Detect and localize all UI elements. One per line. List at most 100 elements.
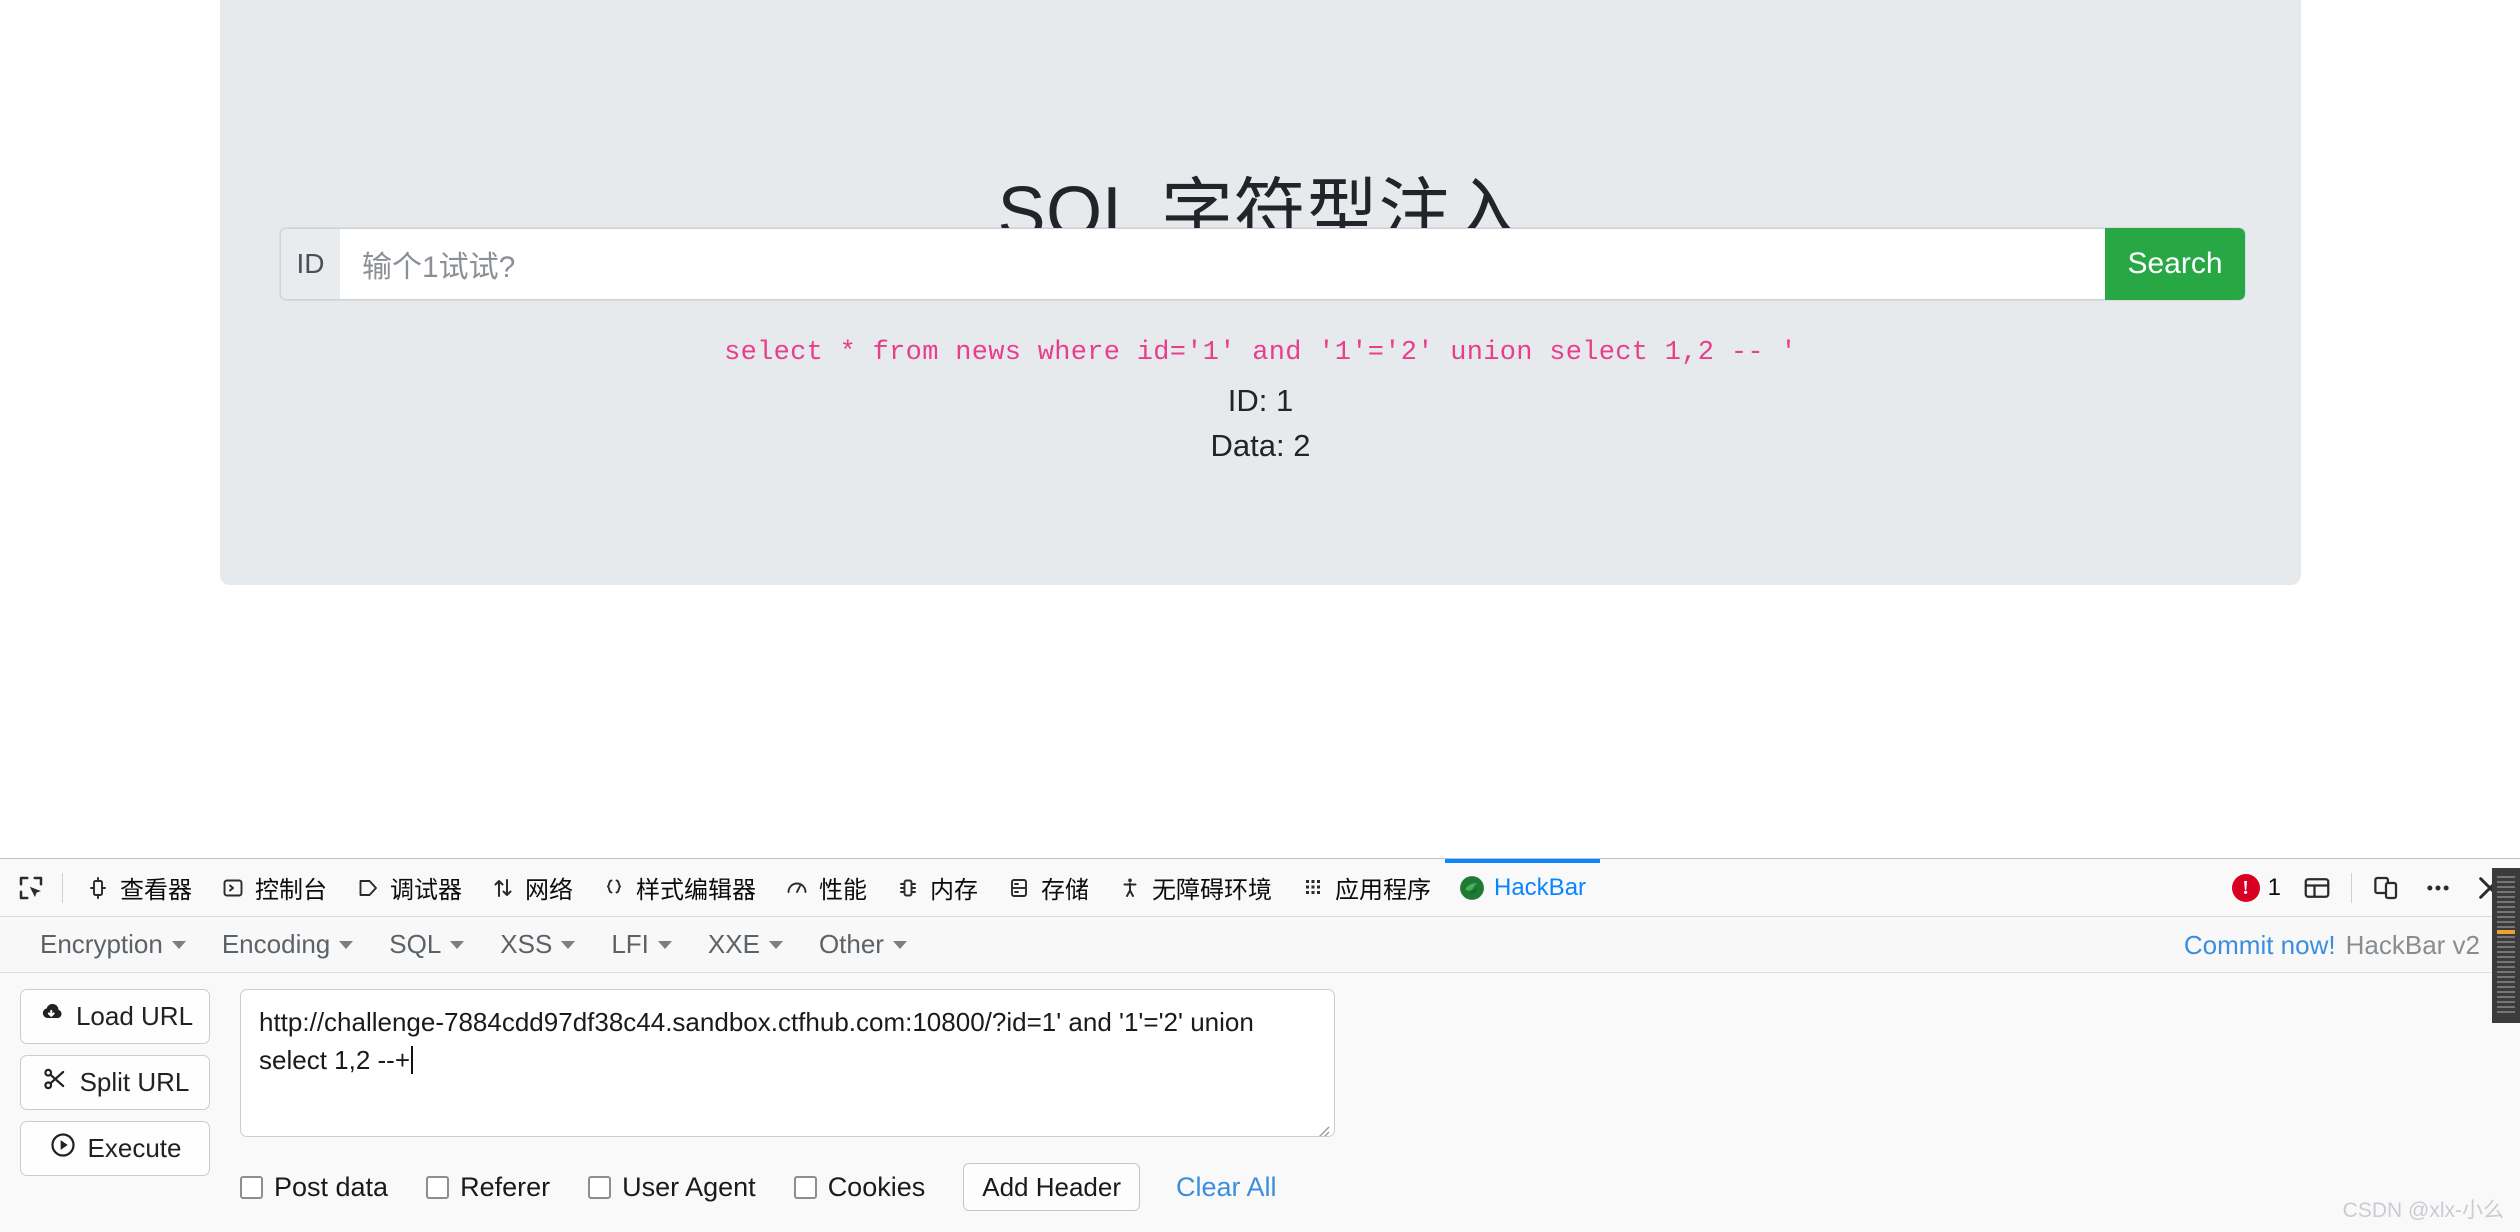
search-button[interactable]: Search (2105, 228, 2245, 300)
chevron-down-icon (339, 940, 354, 949)
id-search-form: ID 输个1试试? Search (280, 228, 2245, 300)
responsive-design-button[interactable] (2362, 864, 2410, 912)
tab-network[interactable]: 网络 (476, 859, 587, 917)
memory-icon (895, 875, 921, 901)
scissors-icon (41, 1065, 69, 1100)
commit-now-link[interactable]: Commit now! (2184, 930, 2336, 961)
editor-minimap-strip[interactable] (2492, 868, 2520, 1023)
menu-encryption[interactable]: Encryption (22, 929, 204, 960)
menu-sql-label: SQL (389, 929, 442, 959)
debugger-icon (355, 875, 381, 901)
menu-xss-label: XSS (500, 929, 553, 959)
checkbox-cookies-label: Cookies (827, 1171, 926, 1202)
checkbox-icon (426, 1175, 450, 1199)
tab-debugger[interactable]: 调试器 (341, 859, 476, 917)
error-icon: ! (2231, 874, 2260, 902)
menu-other-label: Other (818, 929, 884, 959)
devtools-toolbar: 查看器 控制台 调试器 网络 样式编辑器 性能 内存 存储 无障碍环境 应用程序… (0, 858, 2520, 917)
tab-memory[interactable]: 内存 (881, 859, 992, 917)
tab-hackbar-label: HackBar (1494, 873, 1587, 901)
checkbox-user-agent-label: User Agent (622, 1171, 756, 1202)
inspector-icon (85, 875, 111, 901)
checkbox-user-agent[interactable]: User Agent (588, 1172, 756, 1203)
play-circle-icon (49, 1131, 77, 1166)
more-options-button[interactable] (2414, 864, 2462, 912)
performance-icon (784, 875, 810, 901)
hackbar-version-label: HackBar v2 (2345, 929, 2480, 960)
checkbox-post-data-label: Post data (274, 1171, 389, 1202)
checkbox-post-data[interactable]: Post data (240, 1172, 388, 1203)
tab-storage-label: 存储 (1041, 877, 1089, 904)
chevron-down-icon (892, 940, 907, 949)
dock-layout-button[interactable] (2293, 864, 2341, 912)
execute-button[interactable]: Execute (20, 1121, 210, 1176)
id-search-placeholder: 输个1试试? (362, 251, 516, 284)
menu-encoding-label: Encoding (221, 929, 331, 959)
screenshot-root: SQL 字符型注入 ID 输个1试试? Search select * from… (0, 0, 2520, 1232)
devtools-panel: 查看器 控制台 调试器 网络 样式编辑器 性能 内存 存储 无障碍环境 应用程序… (0, 858, 2520, 1232)
error-count: 1 (2267, 874, 2281, 901)
checkbox-referer[interactable]: Referer (426, 1172, 550, 1203)
style-editor-icon (601, 875, 627, 901)
tab-inspector[interactable]: 查看器 (71, 859, 206, 917)
tab-style-editor-label: 样式编辑器 (636, 877, 756, 904)
menu-lfi-label: LFI (611, 929, 649, 959)
checkbox-icon (793, 1175, 817, 1199)
jumbotron-panel: SQL 字符型注入 ID 输个1试试? Search select * from… (220, 0, 2301, 585)
console-icon (220, 875, 246, 901)
network-icon (490, 875, 516, 901)
tab-accessibility-label: 无障碍环境 (1152, 877, 1272, 904)
load-url-label: Load URL (75, 1001, 194, 1031)
menu-lfi[interactable]: LFI (593, 929, 690, 960)
hackbar-icon (1459, 875, 1485, 901)
tab-hackbar[interactable]: HackBar (1445, 858, 1601, 917)
tab-performance-label: 性能 (819, 877, 867, 904)
minimap-lines (2497, 876, 2515, 1015)
id-label: ID (280, 228, 340, 300)
hackbar-options-row: Post data Referer User Agent Cookies Add… (240, 1163, 1277, 1211)
menu-other[interactable]: Other (801, 929, 925, 960)
menu-xxe-label: XXE (707, 929, 760, 959)
hackbar-action-buttons: Load URL Split URL Execute (20, 989, 210, 1176)
tab-performance[interactable]: 性能 (770, 859, 881, 917)
error-badge[interactable]: ! 1 (2224, 874, 2289, 902)
tab-inspector-label: 查看器 (120, 877, 192, 904)
menu-sql[interactable]: SQL (371, 929, 482, 960)
element-picker-icon[interactable] (8, 865, 54, 911)
toolbar-divider-right (2351, 873, 2352, 903)
checkbox-icon (588, 1175, 612, 1199)
split-url-label: Split URL (79, 1067, 190, 1097)
storage-icon (1006, 875, 1032, 901)
chevron-down-icon (768, 940, 783, 949)
tab-console[interactable]: 控制台 (206, 859, 341, 917)
add-header-button[interactable]: Add Header (963, 1163, 1140, 1211)
checkbox-cookies[interactable]: Cookies (793, 1171, 926, 1203)
checkbox-icon (240, 1175, 263, 1199)
load-url-button[interactable]: Load URL (20, 989, 210, 1044)
checkbox-referer-label: Referer (460, 1171, 551, 1202)
tab-debugger-label: 调试器 (390, 877, 462, 904)
chevron-down-icon (657, 940, 672, 949)
devtools-toolbar-right: ! 1 (2224, 859, 2514, 917)
menu-encoding[interactable]: Encoding (204, 929, 371, 960)
tab-application[interactable]: 应用程序 (1286, 859, 1445, 917)
hackbar-menu-bar: Encryption Encoding SQL XSS LFI XXE Othe… (0, 917, 2520, 973)
tab-network-label: 网络 (525, 877, 573, 904)
chevron-down-icon (450, 940, 465, 949)
tab-storage[interactable]: 存储 (992, 859, 1103, 917)
url-textarea[interactable]: http://challenge-7884cdd97df38c44.sandbo… (240, 989, 1335, 1137)
menu-xss[interactable]: XSS (482, 929, 593, 960)
menu-encryption-label: Encryption (40, 929, 163, 959)
text-cursor (411, 1045, 414, 1074)
result-data: Data: 2 (1210, 428, 1311, 463)
result-id: ID: 1 (1227, 383, 1294, 418)
tab-style-editor[interactable]: 样式编辑器 (587, 859, 770, 917)
clear-all-link[interactable]: Clear All (1176, 1172, 1277, 1203)
split-url-button[interactable]: Split URL (20, 1055, 210, 1110)
id-search-input[interactable]: 输个1试试? (340, 228, 2105, 300)
menu-xxe[interactable]: XXE (690, 929, 801, 960)
accessibility-icon (1117, 875, 1143, 901)
tab-accessibility[interactable]: 无障碍环境 (1103, 859, 1286, 917)
hackbar-menu-right: Commit now! HackBar v2 (2184, 917, 2480, 973)
textarea-resize-handle[interactable] (1311, 1114, 1331, 1136)
